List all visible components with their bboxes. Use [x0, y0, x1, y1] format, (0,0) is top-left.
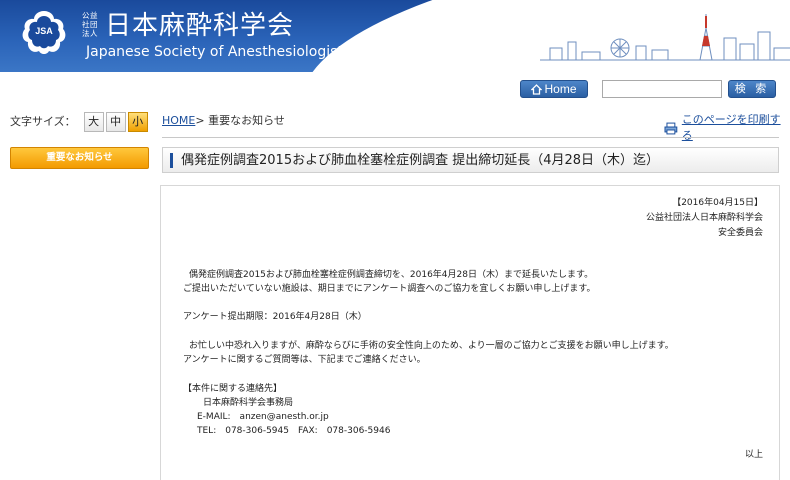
breadcrumb-divider	[162, 137, 779, 138]
font-size-label: 文字サイズ：	[10, 115, 76, 128]
search-button[interactable]: 検 索	[728, 80, 776, 98]
font-size-small-button[interactable]: 小	[127, 112, 148, 132]
article-body: 【2016年04月15日】 公益社団法人日本麻酔科学会 安全委員会 偶発症例調査…	[160, 185, 780, 480]
article-title: 偶発症例調査2015および肺血栓塞栓症例調査 提出締切延長（4月28日（木）迄）	[181, 153, 660, 168]
font-size-switcher: 文字サイズ： 大 中 小	[10, 111, 150, 133]
home-button-label: Home	[544, 82, 577, 96]
contact-email: E-MAIL: anzen@anesth.or.jp	[197, 412, 329, 422]
site-title[interactable]: 日本麻酔科学会	[105, 10, 294, 42]
breadcrumb-home-link[interactable]: HOME	[162, 114, 195, 127]
search-input[interactable]	[602, 80, 722, 98]
breadcrumb-separator: >	[195, 114, 205, 127]
paragraph-extension: 偶発症例調査2015および肺血栓塞栓症例調査締切を、2016年4月28日（木）ま…	[183, 268, 595, 296]
home-button[interactable]: Home	[520, 80, 588, 98]
sidebar-item-important-notices[interactable]: 重要なお知らせ	[10, 147, 149, 169]
title-accent-bar	[170, 153, 173, 168]
org-type-label: 公益社団法人	[82, 11, 98, 38]
jsa-emblem-icon[interactable]: JSA	[20, 9, 68, 57]
site-header: JSA 公益社団法人 日本麻酔科学会 Japanese Society of A…	[0, 0, 790, 72]
submission-deadline: アンケート提出期限：2016年4月28日（木）	[183, 312, 367, 322]
paragraph-line: 偶発症例調査2015および肺血栓塞栓症例調査締切を、2016年4月28日（木）ま…	[189, 270, 594, 280]
paragraph-request: お忙しい中恐れ入りますが、麻酔ならびに手術の安全性向上のため、より一層のご協力と…	[183, 339, 674, 367]
article-issuer: 公益社団法人日本麻酔科学会	[645, 213, 763, 223]
article-date: 【2016年04月15日】	[672, 198, 763, 208]
article-title-box: 偶発症例調査2015および肺血栓塞栓症例調査 提出締切延長（4月28日（木）迄）	[162, 147, 779, 173]
paragraph-line: アンケートに関するご質問等は、下記までご連絡ください。	[183, 355, 426, 365]
top-toolbar: Home 検 索	[0, 72, 790, 106]
article-committee: 安全委員会	[717, 228, 763, 238]
font-size-large-button[interactable]: 大	[83, 112, 104, 132]
printer-icon	[664, 122, 678, 134]
closing-mark: 以上	[744, 450, 763, 460]
emblem-text: JSA	[35, 26, 53, 36]
home-icon	[530, 84, 544, 95]
contact-heading: 【本件に関する連絡先】	[183, 384, 283, 394]
print-page-link[interactable]: このページを印刷する	[664, 112, 790, 144]
article-meta: 【2016年04月15日】 公益社団法人日本麻酔科学会 安全委員会	[646, 196, 763, 241]
print-page-label: このページを印刷する	[681, 113, 781, 142]
breadcrumb-current: 重要なお知らせ	[208, 114, 285, 127]
breadcrumb: HOME> 重要なお知らせ	[162, 113, 285, 129]
contact-phone: TEL: 078-306-5945 FAX: 078-306-5946	[197, 426, 391, 436]
contact-block: 【本件に関する連絡先】 日本麻酔科学会事務局 E-MAIL: anzen@ane…	[183, 382, 390, 438]
contact-organization: 日本麻酔科学会事務局	[203, 398, 294, 408]
font-size-medium-button[interactable]: 中	[105, 112, 126, 132]
site-subtitle: Japanese Society of Anesthesiologists	[86, 44, 351, 60]
paragraph-line: お忙しい中恐れ入りますが、麻酔ならびに手術の安全性向上のため、より一層のご協力と…	[189, 341, 674, 351]
paragraph-line: ご提出いただいていない施設は、期日までにアンケート調査へのご協力を宜しくお願い申…	[183, 284, 596, 294]
kobe-skyline-illustration	[540, 14, 790, 61]
